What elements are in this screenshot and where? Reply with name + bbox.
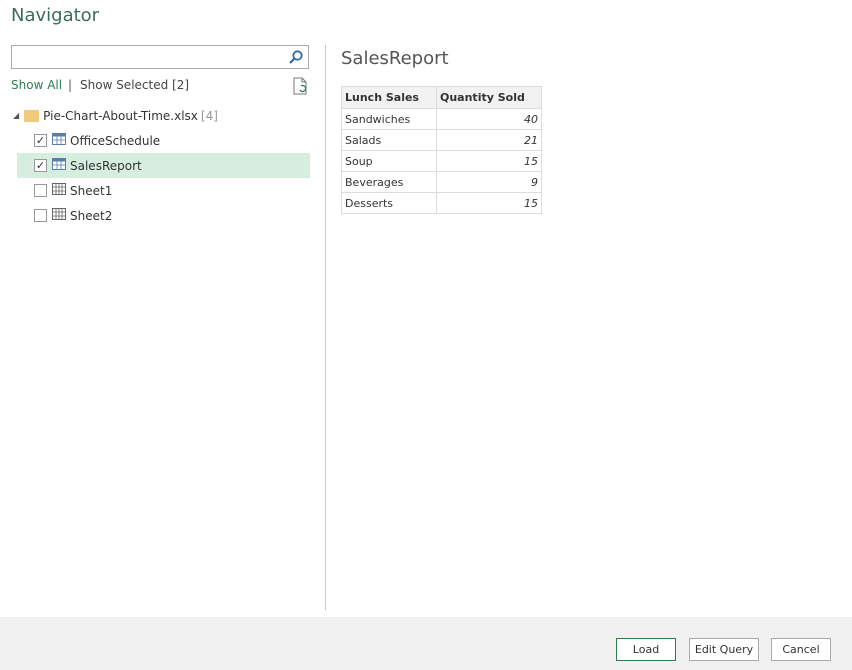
folder-icon bbox=[24, 109, 40, 122]
filter-separator: | bbox=[68, 78, 73, 92]
tree-item-officeschedule[interactable]: ✓ OfficeSchedule bbox=[17, 128, 310, 153]
checkbox[interactable] bbox=[34, 184, 47, 197]
cell: Desserts bbox=[341, 192, 437, 214]
column-header: Quantity Sold bbox=[436, 86, 542, 109]
cancel-button[interactable]: Cancel bbox=[771, 638, 831, 661]
sheet-icon bbox=[52, 183, 66, 198]
tree-item-sheet1[interactable]: Sheet1 bbox=[17, 178, 310, 203]
dialog-title: Navigator bbox=[11, 5, 100, 26]
cell: Beverages bbox=[341, 171, 437, 193]
sheet-icon bbox=[52, 208, 66, 223]
cell: 9 bbox=[436, 171, 542, 193]
search-icon[interactable] bbox=[288, 49, 304, 68]
pane-divider[interactable] bbox=[325, 45, 326, 610]
refresh-icon[interactable] bbox=[292, 77, 309, 98]
table-row: Soup 15 bbox=[341, 150, 542, 172]
preview-table: Lunch Sales Quantity Sold Sandwiches 40 S… bbox=[341, 86, 542, 214]
search-box[interactable] bbox=[11, 45, 309, 69]
item-label: Sheet1 bbox=[70, 183, 113, 198]
table-header: Lunch Sales Quantity Sold bbox=[341, 86, 542, 109]
root-label: Pie-Chart-About-Time.xlsx bbox=[43, 108, 198, 123]
edit-query-button[interactable]: Edit Query bbox=[689, 638, 759, 661]
checkbox[interactable] bbox=[34, 209, 47, 222]
tree-item-salesreport[interactable]: ✓ SalesReport bbox=[17, 153, 310, 178]
preview-title: SalesReport bbox=[341, 48, 449, 69]
root-count: [4] bbox=[200, 108, 218, 123]
cell: Soup bbox=[341, 150, 437, 172]
tree-root[interactable]: ◢ Pie-Chart-About-Time.xlsx [4] bbox=[13, 103, 310, 128]
checkbox[interactable]: ✓ bbox=[34, 159, 47, 172]
cell: 40 bbox=[436, 108, 542, 130]
show-selected-link[interactable]: Show Selected [2] bbox=[80, 78, 189, 92]
column-header: Lunch Sales bbox=[341, 86, 437, 109]
cell: Sandwiches bbox=[341, 108, 437, 130]
cell: Salads bbox=[341, 129, 437, 151]
load-button[interactable]: Load bbox=[616, 638, 676, 661]
table-icon bbox=[52, 158, 66, 173]
table-icon bbox=[52, 133, 66, 148]
table-row: Sandwiches 40 bbox=[341, 108, 542, 130]
table-row: Salads 21 bbox=[341, 129, 542, 151]
checkbox[interactable]: ✓ bbox=[34, 134, 47, 147]
show-all-link[interactable]: Show All bbox=[11, 78, 62, 92]
cell: 15 bbox=[436, 150, 542, 172]
cell: 21 bbox=[436, 129, 542, 151]
item-label: OfficeSchedule bbox=[70, 133, 161, 148]
table-row: Desserts 15 bbox=[341, 192, 542, 214]
item-label: SalesReport bbox=[70, 158, 142, 173]
tree-item-sheet2[interactable]: Sheet2 bbox=[17, 203, 310, 228]
cell: 15 bbox=[436, 192, 542, 214]
item-label: Sheet2 bbox=[70, 208, 113, 223]
collapse-triangle-icon[interactable]: ◢ bbox=[13, 111, 19, 120]
table-row: Beverages 9 bbox=[341, 171, 542, 193]
search-input[interactable] bbox=[12, 46, 282, 68]
